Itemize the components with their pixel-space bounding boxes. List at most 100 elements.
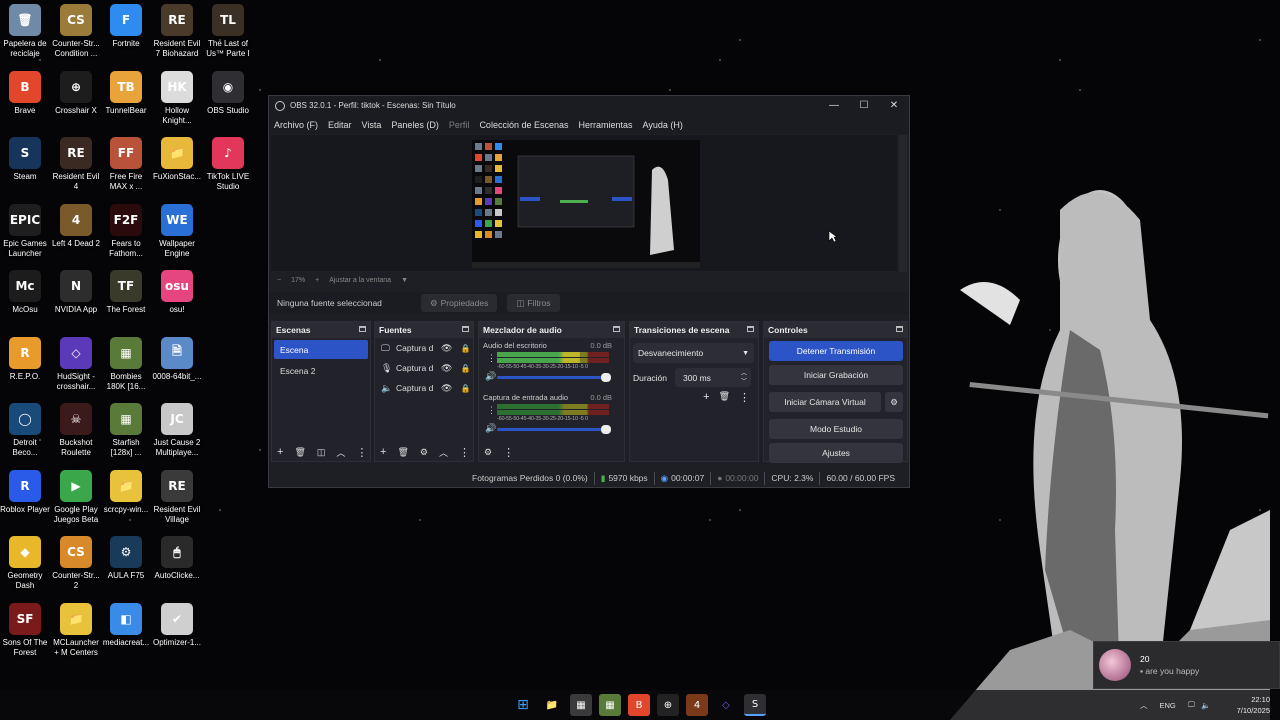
chevron-down-icon[interactable]: ▼ bbox=[401, 277, 408, 284]
obs-window[interactable]: OBS 32.0.1 - Perfil: tiktok - Escenas: S… bbox=[268, 95, 910, 488]
notification-toast[interactable]: 20 ▪ are you happy bbox=[1093, 641, 1280, 689]
scene-item[interactable]: Escena 2 bbox=[274, 361, 368, 380]
menu-ayuda[interactable]: Ayuda (H) bbox=[643, 120, 683, 130]
studio-mode-button[interactable]: Modo Estudio bbox=[769, 419, 903, 439]
more-icon[interactable]: ⋮ bbox=[503, 446, 514, 459]
volume-slider[interactable] bbox=[497, 373, 611, 382]
add-icon[interactable]: + bbox=[380, 446, 386, 458]
app-icon[interactable]: 4 bbox=[686, 694, 708, 716]
maximize-button[interactable]: ☐ bbox=[849, 96, 879, 115]
properties-button[interactable]: ⚙ Propiedades bbox=[421, 294, 498, 312]
duration-spinbox[interactable]: 300 ms ︿ ﹀ bbox=[675, 368, 752, 387]
filter-icon[interactable]: ◫ bbox=[317, 447, 326, 458]
more-icon[interactable]: ⋮ bbox=[356, 446, 367, 459]
language-indicator[interactable]: ENG bbox=[1160, 701, 1176, 710]
volume-slider-knob[interactable] bbox=[601, 373, 611, 382]
microsoft-store-icon[interactable]: ▦ bbox=[570, 694, 592, 716]
more-icon[interactable]: ⋮ bbox=[487, 405, 496, 416]
notification-message: are you happy bbox=[1145, 666, 1200, 676]
brave-icon[interactable]: B bbox=[628, 694, 650, 716]
add-icon[interactable]: + bbox=[277, 446, 283, 458]
more-icon[interactable]: ⋮ bbox=[739, 391, 750, 404]
popout-icon[interactable] bbox=[359, 326, 366, 332]
preview-scrollbar[interactable] bbox=[899, 135, 907, 272]
minecraft-icon[interactable]: ▦ bbox=[599, 694, 621, 716]
desktop-icon[interactable]: 🖱 AutoClicke... bbox=[146, 536, 208, 581]
zoom-in-button[interactable]: + bbox=[315, 277, 319, 284]
gear-icon[interactable]: ⚙ bbox=[420, 447, 428, 458]
menu-editar[interactable]: Editar bbox=[328, 120, 352, 130]
minimize-button[interactable]: — bbox=[819, 96, 849, 115]
close-button[interactable]: ✕ bbox=[879, 96, 909, 115]
preview-area[interactable] bbox=[271, 135, 897, 271]
menu-coleccion[interactable]: Colección de Escenas bbox=[479, 120, 568, 130]
popout-icon[interactable] bbox=[462, 326, 469, 332]
start-virtualcam-button[interactable]: Iniciar Cámara Virtual bbox=[769, 392, 881, 412]
desktop-icon[interactable]: JC Just Cause 2 Multiplaye... bbox=[146, 403, 208, 458]
desktop-icon[interactable]: 🗎 0008-64bit_... bbox=[146, 336, 208, 382]
source-item[interactable]: 🎙 Captura d 👁 🔒 bbox=[375, 358, 473, 378]
more-icon[interactable]: ⋮ bbox=[459, 446, 470, 459]
desktop-icon[interactable]: ◉ OBS Studio bbox=[197, 70, 259, 116]
start-recording-button[interactable]: Iniciar Grabación bbox=[769, 365, 903, 385]
menu-perfil[interactable]: Perfil bbox=[449, 120, 470, 130]
chevron-down-icon: ▼ bbox=[742, 349, 749, 357]
chevron-up-icon[interactable]: ︿ bbox=[439, 446, 448, 459]
source-item[interactable]: 🔈 Captura d 👁 🔒 bbox=[375, 378, 473, 398]
zoom-out-button[interactable]: − bbox=[277, 277, 281, 284]
speaker-icon[interactable]: 🔊 bbox=[485, 371, 496, 382]
popout-icon[interactable] bbox=[747, 326, 754, 332]
clock[interactable]: 22:10 7/10/2025 bbox=[1237, 694, 1270, 716]
transition-select[interactable]: Desvanecimiento ▼ bbox=[633, 343, 754, 363]
spin-arrows-icon[interactable]: ︿ ﹀ bbox=[741, 370, 747, 386]
desktop-icon[interactable]: TL The Last of Us™ Parte I bbox=[197, 4, 259, 59]
title-bar[interactable]: OBS 32.0.1 - Perfil: tiktok - Escenas: S… bbox=[269, 96, 909, 115]
add-icon[interactable]: + bbox=[703, 391, 709, 404]
trash-icon[interactable]: 🗑 bbox=[397, 447, 408, 458]
app-icon: TF bbox=[110, 270, 142, 302]
steam-icon[interactable]: S bbox=[744, 694, 766, 716]
windows-start-icon[interactable]: ⊞ bbox=[512, 694, 534, 716]
eye-icon[interactable]: 👁 bbox=[441, 363, 452, 374]
desktop-icon[interactable]: RE Resident Evil Village bbox=[146, 469, 208, 525]
lock-icon[interactable]: 🔒 bbox=[460, 384, 470, 393]
desktop-icon[interactable]: osu osu! bbox=[146, 270, 208, 315]
volume-slider-knob[interactable] bbox=[601, 425, 611, 434]
network-icon[interactable]: 🖵 bbox=[1188, 700, 1195, 710]
trash-icon[interactable]: 🗑 bbox=[294, 447, 305, 458]
virtualcam-settings-button[interactable]: ⚙ bbox=[885, 392, 903, 412]
menu-paneles[interactable]: Paneles (D) bbox=[391, 120, 439, 130]
menu-vista[interactable]: Vista bbox=[362, 120, 382, 130]
controls-dock: Controles Detener Transmisión Iniciar Gr… bbox=[763, 321, 908, 463]
menu-herramientas[interactable]: Herramientas bbox=[579, 120, 633, 130]
more-icon[interactable]: ⋮ bbox=[487, 353, 496, 364]
trash-icon[interactable]: 🗑 bbox=[719, 391, 730, 404]
menu-archivo[interactable]: Archivo (F) bbox=[274, 120, 318, 130]
speaker-icon[interactable]: 🔊 bbox=[485, 423, 496, 434]
link-icon[interactable]: ⚙ bbox=[484, 447, 492, 458]
channel-name: Captura de entrada audio bbox=[483, 393, 569, 402]
scene-item[interactable]: Escena bbox=[274, 340, 368, 359]
desktop-icon[interactable]: ♪ TikTok LIVE Studio bbox=[197, 137, 259, 192]
volume-slider[interactable] bbox=[497, 425, 611, 434]
volume-icon[interactable]: 🔈 bbox=[1201, 701, 1210, 710]
settings-button[interactable]: Ajustes bbox=[769, 443, 903, 463]
hudsight-icon[interactable]: ◇ bbox=[715, 694, 737, 716]
file-explorer-icon[interactable]: 📁 bbox=[541, 694, 563, 716]
eye-icon[interactable]: 👁 bbox=[441, 383, 452, 394]
chevron-up-icon[interactable]: ︿ bbox=[1140, 700, 1148, 711]
desktop-icon[interactable]: ✔ Optimizer-1... bbox=[146, 602, 208, 648]
desktop-icon[interactable]: WE Wallpaper Engine bbox=[146, 203, 208, 259]
mixer-channel-input: Captura de entrada audio 0.0 dB ⋮ -60-55… bbox=[479, 390, 624, 442]
stop-stream-button[interactable]: Detener Transmisión bbox=[769, 341, 903, 361]
lock-icon[interactable]: 🔒 bbox=[460, 344, 470, 353]
filters-button[interactable]: ◫ Filtros bbox=[507, 294, 560, 312]
eye-icon[interactable]: 👁 bbox=[441, 343, 452, 354]
popout-icon[interactable] bbox=[613, 326, 620, 332]
chevron-up-icon[interactable]: ︿ bbox=[336, 446, 345, 459]
zoom-fit-select[interactable]: Ajustar a la ventana bbox=[329, 277, 391, 284]
lock-icon[interactable]: 🔒 bbox=[460, 364, 470, 373]
crosshair-icon[interactable]: ⊕ bbox=[657, 694, 679, 716]
source-item[interactable]: 🖵 Captura d 👁 🔒 bbox=[375, 338, 473, 358]
popout-icon[interactable] bbox=[896, 326, 903, 332]
